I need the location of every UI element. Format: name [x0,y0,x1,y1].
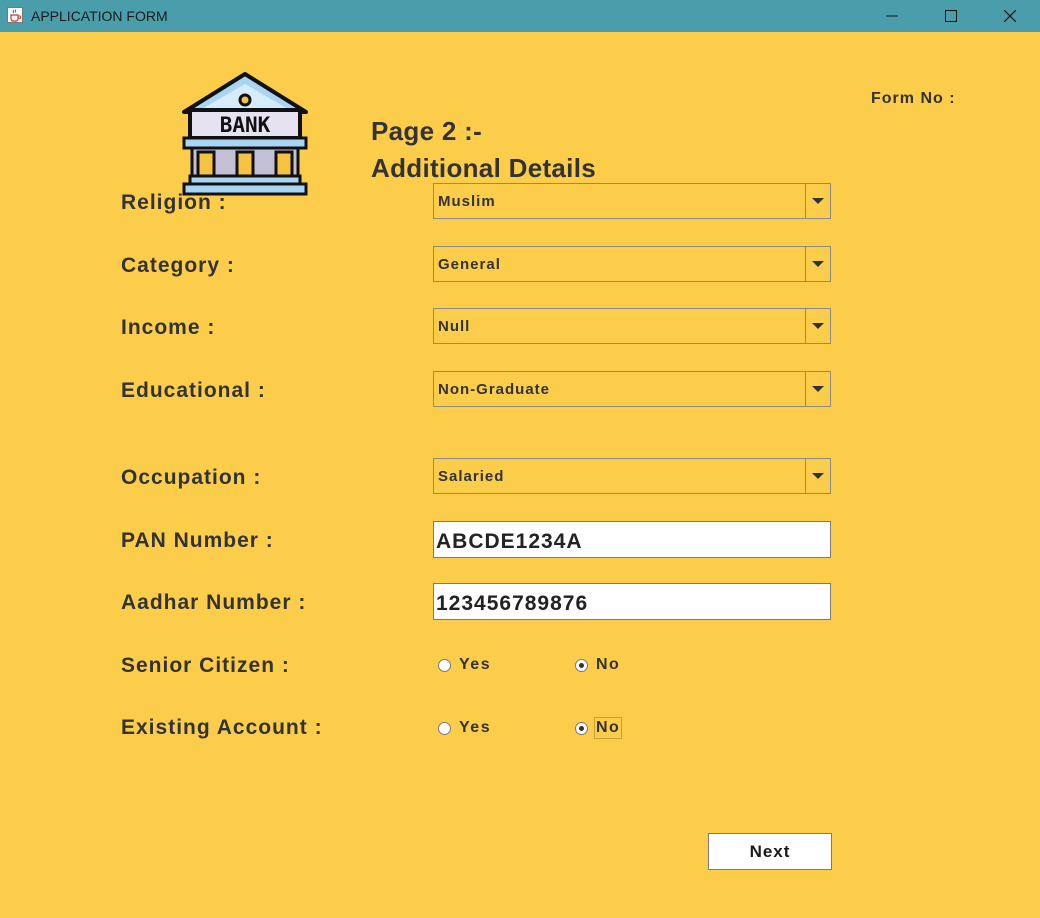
close-icon [1004,10,1016,22]
bank-building-icon: BANK [182,72,308,196]
form-number-label: Form No : [871,90,956,107]
radio-on-icon [575,658,588,672]
logo-text: BANK [220,113,271,137]
pan-input[interactable]: ABCDE1234A [433,521,831,558]
form-panel: BANK Page 2 :- Additional Details Form N… [0,32,1040,918]
senior-citizen-yes-label: Yes [459,656,492,673]
existing-account-yes-radio[interactable]: Yes [438,717,491,739]
occupation-combobox[interactable]: Salaried [433,458,831,494]
senior-citizen-no-radio[interactable]: No [575,654,620,676]
religion-label: Religion : [121,191,227,214]
senior-citizen-label: Senior Citizen : [121,654,290,677]
pan-label: PAN Number : [121,529,274,552]
occupation-value: Salaried [438,468,505,485]
income-value: Null [438,318,471,335]
chevron-down-icon[interactable] [805,459,830,493]
category-label: Category : [121,254,235,277]
maximize-button[interactable] [928,0,974,32]
chevron-down-icon[interactable] [805,309,830,343]
category-value: General [438,256,501,273]
aadhar-value: 123456789876 [436,592,589,615]
aadhar-label: Aadhar Number : [121,591,307,614]
window-title: APPLICATION FORM [31,8,168,24]
title-bar: APPLICATION FORM [0,0,1040,32]
existing-account-label: Existing Account : [121,716,323,739]
close-button[interactable] [987,0,1033,32]
senior-citizen-yes-radio[interactable]: Yes [438,654,491,676]
existing-account-no-radio[interactable]: No [575,717,623,739]
radio-on-icon [575,721,588,735]
chevron-down-icon[interactable] [805,184,830,218]
occupation-label: Occupation : [121,466,262,489]
chevron-down-icon[interactable] [805,247,830,281]
educational-combobox[interactable]: Non-Graduate [433,371,831,407]
pan-value: ABCDE1234A [436,530,583,553]
religion-value: Muslim [438,193,496,210]
category-combobox[interactable]: General [433,246,831,282]
minimize-button[interactable] [869,0,915,32]
radio-off-icon [438,658,451,672]
minimize-icon [886,15,898,17]
java-cup-icon [7,7,23,23]
next-button[interactable]: Next [708,833,832,870]
income-label: Income : [121,316,216,339]
educational-value: Non-Graduate [438,381,551,398]
existing-account-yes-label: Yes [459,719,492,736]
existing-account-no-label: No [593,717,623,739]
religion-combobox[interactable]: Muslim [433,183,831,219]
chevron-down-icon[interactable] [805,372,830,406]
aadhar-input[interactable]: 123456789876 [433,583,831,620]
income-combobox[interactable]: Null [433,308,831,344]
senior-citizen-no-label: No [596,656,621,673]
maximize-icon [945,10,957,22]
educational-label: Educational : [121,379,266,402]
radio-off-icon [438,721,451,735]
page-title: Page 2 :- [371,116,483,146]
page-subtitle: Additional Details [371,153,596,183]
